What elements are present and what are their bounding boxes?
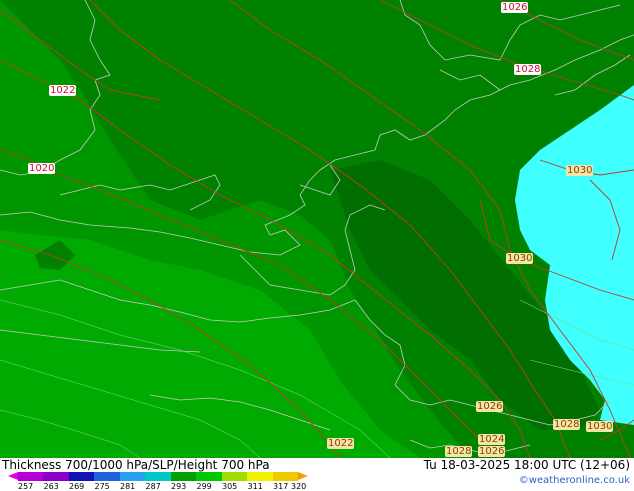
isobar-label: 1022 <box>49 85 77 96</box>
isobar-label: 1022 <box>327 438 355 449</box>
map-footer: Thickness 700/1000 hPa/SLP/Height 700 hP… <box>0 458 634 491</box>
colorbar-swatch <box>221 472 248 481</box>
colorbar-swatch <box>43 472 69 481</box>
isobar-label: 1026 <box>476 401 504 412</box>
isobar-label: 1026 <box>478 446 506 457</box>
isobar-label: 1030 <box>566 165 594 176</box>
colorbar-swatch <box>68 472 95 481</box>
colorbar-swatch <box>272 472 298 481</box>
colorbar-swatch <box>170 472 197 481</box>
colorbar-swatch <box>247 472 273 481</box>
isobar-label: 1028 <box>445 446 473 457</box>
colorbar-swatch <box>145 472 171 481</box>
isobar-label: 1020 <box>28 163 56 174</box>
colorbar-swatch <box>196 472 222 481</box>
valid-time: Tu 18-03-2025 18:00 UTC (12+06) <box>423 458 630 472</box>
isobar-label: 1028 <box>514 64 542 75</box>
weather-map-view: 1026 1028 1022 1020 1030 1030 1026 1028 … <box>0 0 634 491</box>
isobar-label: 1028 <box>553 419 581 430</box>
isobar-label: 1024 <box>478 434 506 445</box>
colorbar-arrow-high <box>298 472 308 480</box>
map-title: Thickness 700/1000 hPa/SLP/Height 700 hP… <box>2 458 270 472</box>
colorbar-swatch <box>94 472 120 481</box>
colorbar-arrow-low <box>8 472 18 480</box>
isobar-label: 1030 <box>586 421 614 432</box>
isobar-label: 1030 <box>506 253 534 264</box>
credit-link[interactable]: ©weatheronline.co.uk <box>519 475 630 486</box>
isobar-label: 1026 <box>501 2 529 13</box>
colorbar-swatch <box>18 472 44 481</box>
colorbar <box>18 472 298 481</box>
colorbar-swatch <box>119 472 146 481</box>
